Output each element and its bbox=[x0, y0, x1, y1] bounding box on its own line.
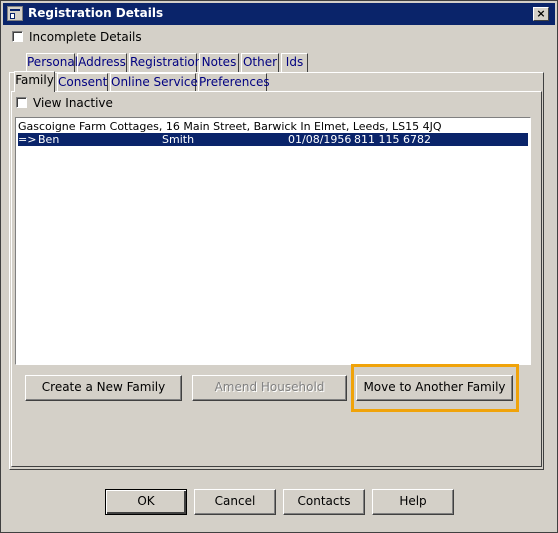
family-members-list[interactable]: Gascoigne Farm Cottages, 16 Main Street,… bbox=[15, 117, 531, 365]
view-inactive-checkbox[interactable] bbox=[16, 97, 27, 108]
contacts-button[interactable]: Contacts bbox=[283, 489, 365, 515]
tab-preferences[interactable]: Preferences bbox=[198, 73, 270, 92]
cancel-button[interactable]: Cancel bbox=[194, 489, 276, 515]
move-button-highlight bbox=[351, 364, 519, 412]
member-dob: 01/08/1956 bbox=[288, 133, 352, 146]
view-inactive-label: View Inactive bbox=[33, 96, 113, 110]
tab-registration[interactable]: Registration bbox=[129, 53, 202, 72]
close-icon[interactable]: × bbox=[533, 7, 549, 21]
family-member-row[interactable]: => Ben Smith 01/08/1956 811 115 6782 bbox=[18, 133, 528, 146]
amend-household-button[interactable]: Amend Household bbox=[192, 375, 347, 401]
tab-family[interactable]: Family bbox=[14, 71, 55, 92]
title-bar[interactable]: Registration Details × bbox=[3, 3, 555, 25]
incomplete-details-checkbox[interactable] bbox=[12, 31, 23, 42]
tab-online-services[interactable]: Online Services bbox=[110, 73, 204, 92]
create-new-family-button[interactable]: Create a New Family bbox=[25, 375, 182, 401]
ok-button[interactable]: OK bbox=[105, 489, 187, 515]
tab-ids[interactable]: Ids bbox=[281, 53, 308, 72]
member-first-name: Ben bbox=[38, 133, 60, 146]
member-surname: Smith bbox=[162, 133, 195, 146]
tab-consent[interactable]: Consent bbox=[57, 73, 108, 92]
member-marker: => bbox=[18, 133, 37, 146]
tab-other[interactable]: Other bbox=[241, 53, 279, 72]
tab-personal[interactable]: Personal bbox=[26, 53, 78, 72]
family-address-row[interactable]: Gascoigne Farm Cottages, 16 Main Street,… bbox=[18, 120, 528, 133]
window-title: Registration Details bbox=[28, 6, 164, 20]
help-button[interactable]: Help bbox=[372, 489, 454, 515]
member-nhs-number: 811 115 6782 bbox=[354, 133, 431, 146]
tab-address[interactable]: Address bbox=[77, 53, 127, 72]
window-app-icon bbox=[7, 6, 23, 21]
incomplete-details-label: Incomplete Details bbox=[29, 30, 142, 44]
registration-details-window: Registration Details × Incomplete Detail… bbox=[0, 0, 558, 533]
family-address: Gascoigne Farm Cottages, 16 Main Street,… bbox=[18, 120, 442, 133]
tab-notes[interactable]: Notes bbox=[199, 53, 239, 72]
